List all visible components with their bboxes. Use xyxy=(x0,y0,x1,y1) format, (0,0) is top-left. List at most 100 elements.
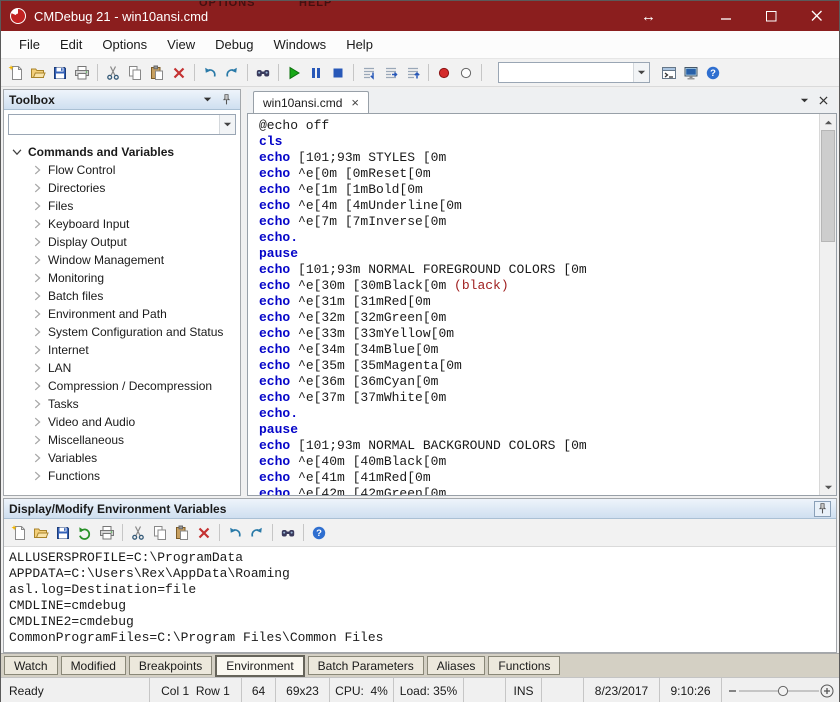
chevron-right-icon[interactable] xyxy=(30,397,45,411)
zoom-slider[interactable] xyxy=(721,678,839,702)
menu-file[interactable]: File xyxy=(9,31,50,58)
cut-icon[interactable] xyxy=(127,521,149,544)
redo-icon[interactable] xyxy=(246,521,268,544)
menu-view[interactable]: View xyxy=(157,31,205,58)
editor-vertical-scrollbar[interactable] xyxy=(819,114,836,495)
cut-icon[interactable] xyxy=(102,61,124,84)
tab-bar-close-icon[interactable] xyxy=(819,94,828,108)
toolbox-item-system-configuration-and-status[interactable]: System Configuration and Status xyxy=(4,323,240,341)
menu-debug[interactable]: Debug xyxy=(205,31,263,58)
print-icon[interactable] xyxy=(71,61,93,84)
bottom-tab-functions[interactable]: Functions xyxy=(488,656,560,675)
new-file-icon[interactable] xyxy=(8,521,30,544)
clear-breakpoints-icon[interactable] xyxy=(455,61,477,84)
bottom-tab-breakpoints[interactable]: Breakpoints xyxy=(129,656,212,675)
chevron-right-icon[interactable] xyxy=(30,361,45,375)
step-over-icon[interactable] xyxy=(380,61,402,84)
chevron-right-icon[interactable] xyxy=(30,253,45,267)
toolbox-item-internet[interactable]: Internet xyxy=(4,341,240,359)
toolbox-item-miscellaneous[interactable]: Miscellaneous xyxy=(4,431,240,449)
redo-icon[interactable] xyxy=(221,61,243,84)
editor-content[interactable]: @echo offclsecho [101;93m STYLES [0mecho… xyxy=(248,114,819,495)
minimize-button[interactable] xyxy=(704,1,749,31)
open-file-icon[interactable] xyxy=(30,521,52,544)
chevron-down-icon[interactable] xyxy=(10,145,25,159)
copy-icon[interactable] xyxy=(124,61,146,84)
undo-icon[interactable] xyxy=(224,521,246,544)
tab-list-dropdown-icon[interactable] xyxy=(800,94,809,108)
toolbox-item-display-output[interactable]: Display Output xyxy=(4,233,240,251)
toolbox-item-batch-files[interactable]: Batch files xyxy=(4,287,240,305)
menu-edit[interactable]: Edit xyxy=(50,31,92,58)
toolbox-item-tasks[interactable]: Tasks xyxy=(4,395,240,413)
toolbox-item-functions[interactable]: Functions xyxy=(4,467,240,485)
monitor-icon[interactable] xyxy=(680,61,702,84)
bottom-tab-batch-parameters[interactable]: Batch Parameters xyxy=(308,656,424,675)
toolbox-item-keyboard-input[interactable]: Keyboard Input xyxy=(4,215,240,233)
paste-icon[interactable] xyxy=(146,61,168,84)
scroll-up-icon[interactable] xyxy=(820,114,836,130)
toolbox-item-window-management[interactable]: Window Management xyxy=(4,251,240,269)
chevron-right-icon[interactable] xyxy=(30,307,45,321)
pause-icon[interactable] xyxy=(305,61,327,84)
chevron-right-icon[interactable] xyxy=(30,379,45,393)
undo-icon[interactable] xyxy=(199,61,221,84)
chevron-right-icon[interactable] xyxy=(30,343,45,357)
bottom-tab-aliases[interactable]: Aliases xyxy=(427,656,486,675)
toolbox-item-files[interactable]: Files xyxy=(4,197,240,215)
stop-icon[interactable] xyxy=(327,61,349,84)
toolbox-item-commands-and-variables[interactable]: Commands and Variables xyxy=(4,143,240,161)
toolbox-item-compression-decompression[interactable]: Compression / Decompression xyxy=(4,377,240,395)
step-into-icon[interactable] xyxy=(358,61,380,84)
copy-icon[interactable] xyxy=(149,521,171,544)
bottom-tab-modified[interactable]: Modified xyxy=(61,656,126,675)
record-icon[interactable] xyxy=(433,61,455,84)
toolbox-item-lan[interactable]: LAN xyxy=(4,359,240,377)
save-icon[interactable] xyxy=(49,61,71,84)
command-window-icon[interactable] xyxy=(658,61,680,84)
env-content[interactable]: ALLUSERSPROFILE=C:\ProgramDataAPPDATA=C:… xyxy=(4,547,836,652)
chevron-right-icon[interactable] xyxy=(30,163,45,177)
chevron-right-icon[interactable] xyxy=(30,289,45,303)
chevron-right-icon[interactable] xyxy=(30,199,45,213)
close-button[interactable] xyxy=(794,1,839,31)
menu-windows[interactable]: Windows xyxy=(263,31,336,58)
chevron-right-icon[interactable] xyxy=(30,325,45,339)
paste-icon[interactable] xyxy=(171,521,193,544)
help-icon[interactable]: ? xyxy=(702,61,724,84)
chevron-right-icon[interactable] xyxy=(30,217,45,231)
toolbox-dropdown-icon[interactable] xyxy=(199,92,216,108)
toolbox-item-flow-control[interactable]: Flow Control xyxy=(4,161,240,179)
chevron-right-icon[interactable] xyxy=(30,451,45,465)
combo-dropdown-icon[interactable] xyxy=(633,63,649,82)
maximize-button[interactable] xyxy=(749,1,794,31)
help-icon[interactable]: ? xyxy=(308,521,330,544)
chevron-right-icon[interactable] xyxy=(30,469,45,483)
expression-combobox[interactable] xyxy=(498,62,650,83)
find-icon[interactable] xyxy=(277,521,299,544)
menu-help[interactable]: Help xyxy=(336,31,383,58)
scrollbar-thumb[interactable] xyxy=(821,130,835,242)
delete-icon[interactable] xyxy=(193,521,215,544)
toolbox-item-monitoring[interactable]: Monitoring xyxy=(4,269,240,287)
title-bar[interactable]: CMDebug 21 - win10ansi.cmd ↔ OPTIONSHELP xyxy=(1,1,839,31)
menu-options[interactable]: Options xyxy=(92,31,157,58)
tab-close-icon[interactable]: × xyxy=(351,98,359,108)
code-editor[interactable]: @echo offclsecho [101;93m STYLES [0mecho… xyxy=(247,113,837,496)
delete-icon[interactable] xyxy=(168,61,190,84)
chevron-right-icon[interactable] xyxy=(30,433,45,447)
toolbox-pin-icon[interactable] xyxy=(218,92,235,108)
toolbox-filter-combobox[interactable] xyxy=(8,114,236,135)
toolbox-item-variables[interactable]: Variables xyxy=(4,449,240,467)
open-file-icon[interactable] xyxy=(27,61,49,84)
env-pin-icon[interactable] xyxy=(814,501,831,517)
bottom-tab-environment[interactable]: Environment xyxy=(215,655,304,677)
toolbox-item-environment-and-path[interactable]: Environment and Path xyxy=(4,305,240,323)
chevron-right-icon[interactable] xyxy=(30,235,45,249)
chevron-right-icon[interactable] xyxy=(30,181,45,195)
revert-icon[interactable] xyxy=(74,521,96,544)
scroll-down-icon[interactable] xyxy=(820,479,836,495)
toolbox-item-video-and-audio[interactable]: Video and Audio xyxy=(4,413,240,431)
float-window-icon[interactable]: ↔ xyxy=(641,9,656,24)
bottom-tab-watch[interactable]: Watch xyxy=(4,656,58,675)
